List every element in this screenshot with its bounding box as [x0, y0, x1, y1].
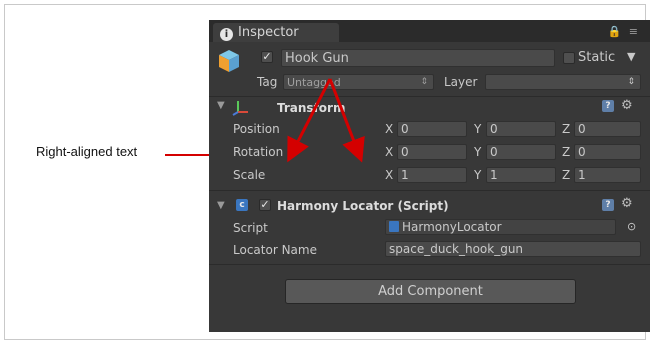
arrow-to-rotation: [287, 78, 332, 163]
arrow-to-scale: [328, 78, 365, 163]
annotation-arrows: [287, 78, 365, 163]
